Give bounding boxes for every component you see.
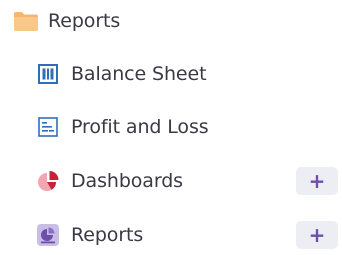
folder-icon bbox=[14, 12, 38, 31]
nav-item-label: Profit and Loss bbox=[71, 116, 209, 138]
folder-label: Reports bbox=[48, 10, 121, 32]
nav-item-reports[interactable]: Reports + bbox=[0, 215, 342, 255]
profit-and-loss-icon bbox=[38, 117, 58, 137]
pie-chart-icon bbox=[38, 171, 59, 191]
add-report-button[interactable]: + bbox=[296, 221, 338, 249]
nav-item-balance-sheet[interactable]: Balance Sheet bbox=[0, 54, 342, 94]
report-pie-icon bbox=[37, 224, 59, 246]
nav-item-profit-and-loss[interactable]: Profit and Loss bbox=[0, 107, 342, 147]
add-dashboard-button[interactable]: + bbox=[296, 167, 338, 195]
plus-icon: + bbox=[308, 169, 326, 193]
balance-sheet-icon bbox=[38, 64, 58, 84]
nav-item-label: Reports bbox=[71, 224, 144, 246]
nav-item-dashboards[interactable]: Dashboards + bbox=[0, 161, 342, 201]
plus-icon: + bbox=[308, 223, 326, 247]
reports-folder[interactable]: Reports bbox=[0, 0, 342, 40]
nav-item-label: Dashboards bbox=[71, 170, 183, 192]
nav-item-label: Balance Sheet bbox=[71, 63, 207, 85]
